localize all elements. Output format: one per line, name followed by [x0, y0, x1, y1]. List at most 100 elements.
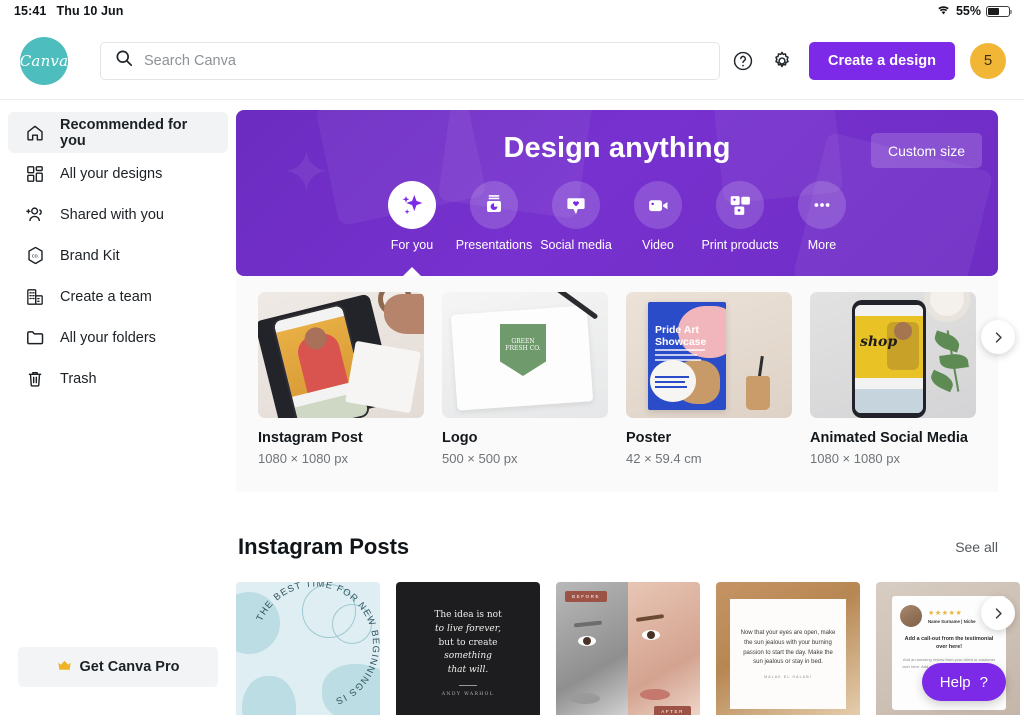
get-canva-pro-button[interactable]: Get Canva Pro [18, 647, 218, 687]
building-icon [24, 286, 46, 308]
instagram-posts-list: THE BEST TIME FOR NEW BEGINNINGS IS NOW … [236, 582, 1020, 715]
quote-line: that will. [447, 665, 489, 676]
category-more[interactable]: More [781, 181, 863, 252]
grid-icon [24, 163, 46, 185]
template-card[interactable]: Instagram Post 1080 × 1080 px [258, 292, 424, 466]
category-for-you[interactable]: For you [371, 181, 453, 276]
sidebar: Recommended for you All your designs Sha… [0, 100, 236, 715]
search-bar[interactable] [100, 41, 720, 80]
presentation-icon [470, 181, 518, 229]
category-print-products[interactable]: Print products [699, 181, 781, 252]
template-thumbnail-animated-social-media: shop [810, 292, 976, 418]
template-cards-strip: Instagram Post 1080 × 1080 px GREEN FRES… [236, 276, 1015, 492]
hero-banner: ✦ Design anything Custom size For you Pr… [236, 110, 998, 276]
template-card[interactable]: Pride Art Showcase Poster 42 × 59.4 cm [626, 292, 792, 466]
more-dots-icon [798, 181, 846, 229]
app-body: Recommended for you All your designs Sha… [0, 100, 1024, 715]
sidebar-item-create-a-team[interactable]: Create a team [8, 276, 228, 317]
custom-size-button[interactable]: Custom size [870, 133, 982, 168]
template-card[interactable]: shop Animated Social Media 1080 × 1080 p… [810, 292, 976, 466]
instagram-post-thumbnail[interactable]: Now that your eyes are open, make the su… [716, 582, 860, 715]
brand-kit-icon: co. [24, 245, 46, 267]
category-presentations[interactable]: Presentations [453, 181, 535, 252]
template-thumbnail-logo: GREEN FRESH CO. [442, 292, 608, 418]
battery-percent: 55% [955, 4, 981, 18]
templates-next-arrow-icon[interactable] [981, 320, 1015, 354]
quote-line: The idea is not [434, 609, 502, 620]
hero-category-list: For you Presentations Social media Video… [371, 181, 863, 276]
battery-icon [986, 5, 1012, 17]
svg-text:co.: co. [31, 253, 39, 259]
search-icon [115, 49, 133, 72]
see-all-link[interactable]: See all [955, 539, 998, 555]
trash-icon [24, 368, 46, 390]
folder-icon [24, 327, 46, 349]
section-title: Instagram Posts [238, 534, 410, 559]
quote-frame-art: Now that your eyes are open, make the su… [730, 599, 846, 709]
status-date: Thu 10 Jun [56, 4, 124, 18]
after-half: AFTER [628, 582, 700, 715]
help-label: Help [939, 673, 971, 691]
sidebar-item-all-your-folders[interactable]: All your folders [8, 317, 228, 358]
print-products-icon [716, 181, 764, 229]
section-header: Instagram Posts See all [236, 534, 998, 560]
gear-icon[interactable] [770, 49, 794, 73]
sparkle-decoration-icon: ✦ [282, 140, 331, 205]
rating-stars: ★★★★★ [928, 609, 963, 617]
curved-text-art: THE BEST TIME FOR NEW BEGINNINGS IS NOW [236, 582, 380, 709]
svg-text:THE BEST TIME FOR NEW BEGINNIN: THE BEST TIME FOR NEW BEGINNINGS IS NOW [236, 582, 380, 709]
top-navigation-bar: Canva Create a design 5 [0, 22, 1024, 100]
status-bar-left: 15:41 Thu 10 Jun [14, 4, 123, 18]
sidebar-item-trash[interactable]: Trash [8, 358, 228, 399]
template-card[interactable]: GREEN FRESH CO. Logo 500 × 500 px [442, 292, 608, 466]
sidebar-item-all-your-designs[interactable]: All your designs [8, 153, 228, 194]
help-circle-icon[interactable] [731, 49, 755, 73]
instagram-posts-section: Instagram Posts See all THE BEST TIME FO… [236, 534, 1020, 715]
instagram-post-thumbnail[interactable]: BEFORE AFTER [556, 582, 700, 715]
after-tag: AFTER [654, 706, 691, 715]
template-card-dimensions: 1080 × 1080 px [258, 451, 348, 466]
template-card-name: Logo [442, 430, 478, 446]
poster-title-text: Pride Art Showcase [655, 324, 707, 349]
category-label: For you [390, 238, 434, 252]
template-card-name: Instagram Post [258, 430, 363, 446]
before-half: BEFORE [556, 582, 628, 715]
status-bar-right: 55% [936, 4, 1012, 19]
posts-next-arrow-icon[interactable] [981, 596, 1015, 630]
search-input[interactable] [144, 52, 705, 69]
help-icon: ? [979, 673, 988, 691]
testimonial-headline: Add a call-out from the testimonial over… [904, 636, 994, 651]
avatar[interactable]: 5 [970, 42, 1006, 79]
template-cards: Instagram Post 1080 × 1080 px GREEN FRES… [236, 292, 998, 466]
sidebar-item-label: Create a team [60, 288, 152, 305]
quote-art: The idea is not to live forever, but to … [416, 609, 520, 700]
quote-line: but to create [438, 637, 498, 648]
sparkle-icon [388, 181, 436, 229]
sidebar-item-brand-kit[interactable]: co. Brand Kit [8, 235, 228, 276]
template-card-name: Animated Social Media [810, 430, 968, 446]
template-card-dimensions: 42 × 59.4 cm [626, 451, 702, 466]
active-category-pointer [401, 267, 423, 276]
canva-logo[interactable]: Canva [20, 36, 68, 85]
category-label: Video [642, 238, 674, 252]
testimonial-avatar [900, 605, 922, 627]
instagram-post-thumbnail[interactable]: The idea is not to live forever, but to … [396, 582, 540, 715]
instagram-post-thumbnail[interactable]: THE BEST TIME FOR NEW BEGINNINGS IS NOW [236, 582, 380, 715]
video-camera-icon [634, 181, 682, 229]
before-tag: BEFORE [565, 591, 608, 602]
sidebar-item-label: Shared with you [60, 206, 164, 223]
category-video[interactable]: Video [617, 181, 699, 252]
testimonial-name: Name Surname | Niche [928, 618, 976, 624]
template-thumbnail-poster: Pride Art Showcase [626, 292, 792, 418]
sidebar-item-shared-with-you[interactable]: Shared with you [8, 194, 228, 235]
main-content: ✦ Design anything Custom size For you Pr… [236, 100, 1024, 715]
help-button[interactable]: Help ? [921, 663, 1006, 701]
template-thumbnail-instagram-post [258, 292, 424, 418]
template-card-dimensions: 1080 × 1080 px [810, 451, 900, 466]
create-a-design-button[interactable]: Create a design [809, 41, 955, 80]
sidebar-item-recommended-for-you[interactable]: Recommended for you [8, 112, 228, 153]
quote-text: Now that your eyes are open, make the su… [740, 630, 836, 666]
sidebar-item-label: Trash [60, 370, 97, 387]
category-social-media[interactable]: Social media [535, 181, 617, 252]
